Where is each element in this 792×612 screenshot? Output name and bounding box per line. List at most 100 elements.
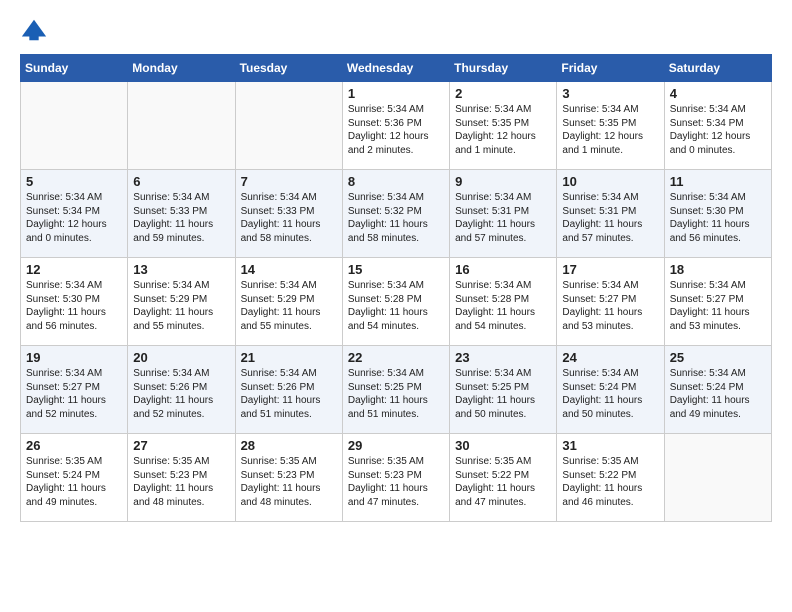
- day-number: 24: [562, 350, 658, 365]
- day-number: 9: [455, 174, 551, 189]
- day-number: 16: [455, 262, 551, 277]
- day-number: 27: [133, 438, 229, 453]
- weekday-header-thursday: Thursday: [450, 55, 557, 82]
- day-info: Sunrise: 5:34 AM Sunset: 5:24 PM Dayligh…: [670, 367, 766, 421]
- day-number: 20: [133, 350, 229, 365]
- calendar-day-27: 27 Sunrise: 5:35 AM Sunset: 5:23 PM Dayli…: [128, 434, 235, 522]
- calendar-day-4: 4 Sunrise: 5:34 AM Sunset: 5:34 PM Daylig…: [664, 82, 771, 170]
- calendar-day-20: 20Sunrise: 5:34 AM Sunset: 5:26 PM Dayli…: [128, 346, 235, 434]
- day-number: 22: [348, 350, 444, 365]
- day-info: Sunrise: 5:34 AM Sunset: 5:33 PM Dayligh…: [241, 191, 337, 245]
- logo: [20, 16, 52, 44]
- day-info: Sunrise: 5:34 AM Sunset: 5:28 PM Dayligh…: [348, 279, 444, 333]
- day-info: Sunrise: 5:34 AM Sunset: 5:25 PM Dayligh…: [455, 367, 551, 421]
- day-info: Sunrise: 5:34 AM Sunset: 5:34 PM Dayligh…: [26, 191, 122, 245]
- day-info: Sunrise: 5:34 AM Sunset: 5:36 PM Dayligh…: [348, 103, 444, 157]
- calendar-day-24: 24 Sunrise: 5:34 AM Sunset: 5:24 PM Dayli…: [557, 346, 664, 434]
- day-info: Sunrise: 5:34 AM Sunset: 5:33 PM Dayligh…: [133, 191, 229, 245]
- calendar-day-21: 21Sunrise: 5:34 AM Sunset: 5:26 PM Dayli…: [235, 346, 342, 434]
- day-info: Sunrise: 5:34 AM Sunset: 5:30 PM Dayligh…: [670, 191, 766, 245]
- day-info: Sunrise: 5:35 AM Sunset: 5:23 PM Dayligh…: [133, 455, 229, 509]
- day-number: 28: [241, 438, 337, 453]
- day-number: 19: [26, 350, 122, 365]
- day-number: 15: [348, 262, 444, 277]
- day-number: 18: [670, 262, 766, 277]
- calendar-week-row: 12 Sunrise: 5:34 AM Sunset: 5:30 PM Dayli…: [21, 258, 772, 346]
- day-number: 23: [455, 350, 551, 365]
- day-info: Sunrise: 5:34 AM Sunset: 5:35 PM Dayligh…: [455, 103, 551, 157]
- day-number: 12: [26, 262, 122, 277]
- calendar-day-31: 31 Sunrise: 5:35 AM Sunset: 5:22 PM Dayli…: [557, 434, 664, 522]
- day-number: 13: [133, 262, 229, 277]
- day-info: Sunrise: 5:35 AM Sunset: 5:23 PM Dayligh…: [348, 455, 444, 509]
- day-info: Sunrise: 5:34 AM Sunset: 5:24 PM Dayligh…: [562, 367, 658, 421]
- day-info: Sunrise: 5:35 AM Sunset: 5:22 PM Dayligh…: [562, 455, 658, 509]
- day-info: Sunrise: 5:34 AM Sunset: 5:32 PM Dayligh…: [348, 191, 444, 245]
- calendar-day-19: 19Sunrise: 5:34 AM Sunset: 5:27 PM Dayli…: [21, 346, 128, 434]
- day-info: Sunrise: 5:34 AM Sunset: 5:35 PM Dayligh…: [562, 103, 658, 157]
- calendar-table: SundayMondayTuesdayWednesdayThursdayFrid…: [20, 54, 772, 522]
- calendar-day-3: 3 Sunrise: 5:34 AM Sunset: 5:35 PM Daylig…: [557, 82, 664, 170]
- calendar-day-26: 26 Sunrise: 5:35 AM Sunset: 5:24 PM Dayli…: [21, 434, 128, 522]
- calendar-day-13: 13 Sunrise: 5:34 AM Sunset: 5:29 PM Dayli…: [128, 258, 235, 346]
- day-info: Sunrise: 5:34 AM Sunset: 5:31 PM Dayligh…: [562, 191, 658, 245]
- day-number: 1: [348, 86, 444, 101]
- calendar-week-row: 1 Sunrise: 5:34 AM Sunset: 5:36 PM Daylig…: [21, 82, 772, 170]
- day-number: 25: [670, 350, 766, 365]
- calendar-day-30: 30Sunrise: 5:35 AM Sunset: 5:22 PM Dayli…: [450, 434, 557, 522]
- calendar-day-22: 22 Sunrise: 5:34 AM Sunset: 5:25 PM Dayli…: [342, 346, 449, 434]
- calendar-day-18: 18Sunrise: 5:34 AM Sunset: 5:27 PM Dayli…: [664, 258, 771, 346]
- day-info: Sunrise: 5:34 AM Sunset: 5:28 PM Dayligh…: [455, 279, 551, 333]
- day-info: Sunrise: 5:34 AM Sunset: 5:25 PM Dayligh…: [348, 367, 444, 421]
- calendar-day-8: 8 Sunrise: 5:34 AM Sunset: 5:32 PM Daylig…: [342, 170, 449, 258]
- weekday-header-sunday: Sunday: [21, 55, 128, 82]
- day-number: 11: [670, 174, 766, 189]
- calendar-day-2: 2Sunrise: 5:34 AM Sunset: 5:35 PM Daylig…: [450, 82, 557, 170]
- calendar-day-17: 17 Sunrise: 5:34 AM Sunset: 5:27 PM Dayli…: [557, 258, 664, 346]
- day-info: Sunrise: 5:34 AM Sunset: 5:30 PM Dayligh…: [26, 279, 122, 333]
- day-info: Sunrise: 5:34 AM Sunset: 5:34 PM Dayligh…: [670, 103, 766, 157]
- day-info: Sunrise: 5:34 AM Sunset: 5:31 PM Dayligh…: [455, 191, 551, 245]
- day-number: 26: [26, 438, 122, 453]
- day-number: 6: [133, 174, 229, 189]
- calendar-day-23: 23 Sunrise: 5:34 AM Sunset: 5:25 PM Dayli…: [450, 346, 557, 434]
- calendar-empty-cell: [128, 82, 235, 170]
- calendar-day-6: 6 Sunrise: 5:34 AM Sunset: 5:33 PM Daylig…: [128, 170, 235, 258]
- day-info: Sunrise: 5:34 AM Sunset: 5:29 PM Dayligh…: [133, 279, 229, 333]
- day-number: 29: [348, 438, 444, 453]
- calendar-day-10: 10 Sunrise: 5:34 AM Sunset: 5:31 PM Dayli…: [557, 170, 664, 258]
- weekday-header-saturday: Saturday: [664, 55, 771, 82]
- day-number: 21: [241, 350, 337, 365]
- calendar-empty-cell: [664, 434, 771, 522]
- calendar-day-16: 16 Sunrise: 5:34 AM Sunset: 5:28 PM Dayli…: [450, 258, 557, 346]
- logo-icon: [20, 16, 48, 44]
- day-number: 17: [562, 262, 658, 277]
- calendar-day-9: 9 Sunrise: 5:34 AM Sunset: 5:31 PM Daylig…: [450, 170, 557, 258]
- day-info: Sunrise: 5:34 AM Sunset: 5:29 PM Dayligh…: [241, 279, 337, 333]
- calendar-day-28: 28Sunrise: 5:35 AM Sunset: 5:23 PM Dayli…: [235, 434, 342, 522]
- day-number: 5: [26, 174, 122, 189]
- day-number: 3: [562, 86, 658, 101]
- calendar-empty-cell: [21, 82, 128, 170]
- calendar-day-25: 25 Sunrise: 5:34 AM Sunset: 5:24 PM Dayli…: [664, 346, 771, 434]
- weekday-header-tuesday: Tuesday: [235, 55, 342, 82]
- calendar-day-15: 15 Sunrise: 5:34 AM Sunset: 5:28 PM Dayli…: [342, 258, 449, 346]
- weekday-header-friday: Friday: [557, 55, 664, 82]
- calendar-day-11: 11 Sunrise: 5:34 AM Sunset: 5:30 PM Dayli…: [664, 170, 771, 258]
- day-info: Sunrise: 5:34 AM Sunset: 5:27 PM Dayligh…: [562, 279, 658, 333]
- day-number: 14: [241, 262, 337, 277]
- weekday-header-row: SundayMondayTuesdayWednesdayThursdayFrid…: [21, 55, 772, 82]
- calendar-empty-cell: [235, 82, 342, 170]
- page-container: SundayMondayTuesdayWednesdayThursdayFrid…: [0, 0, 792, 532]
- day-number: 4: [670, 86, 766, 101]
- calendar-day-5: 5 Sunrise: 5:34 AM Sunset: 5:34 PM Daylig…: [21, 170, 128, 258]
- day-number: 8: [348, 174, 444, 189]
- weekday-header-monday: Monday: [128, 55, 235, 82]
- day-info: Sunrise: 5:35 AM Sunset: 5:24 PM Dayligh…: [26, 455, 122, 509]
- day-number: 31: [562, 438, 658, 453]
- calendar-day-1: 1 Sunrise: 5:34 AM Sunset: 5:36 PM Daylig…: [342, 82, 449, 170]
- calendar-week-row: 5 Sunrise: 5:34 AM Sunset: 5:34 PM Daylig…: [21, 170, 772, 258]
- calendar-day-7: 7Sunrise: 5:34 AM Sunset: 5:33 PM Daylig…: [235, 170, 342, 258]
- day-number: 10: [562, 174, 658, 189]
- calendar-day-29: 29 Sunrise: 5:35 AM Sunset: 5:23 PM Dayli…: [342, 434, 449, 522]
